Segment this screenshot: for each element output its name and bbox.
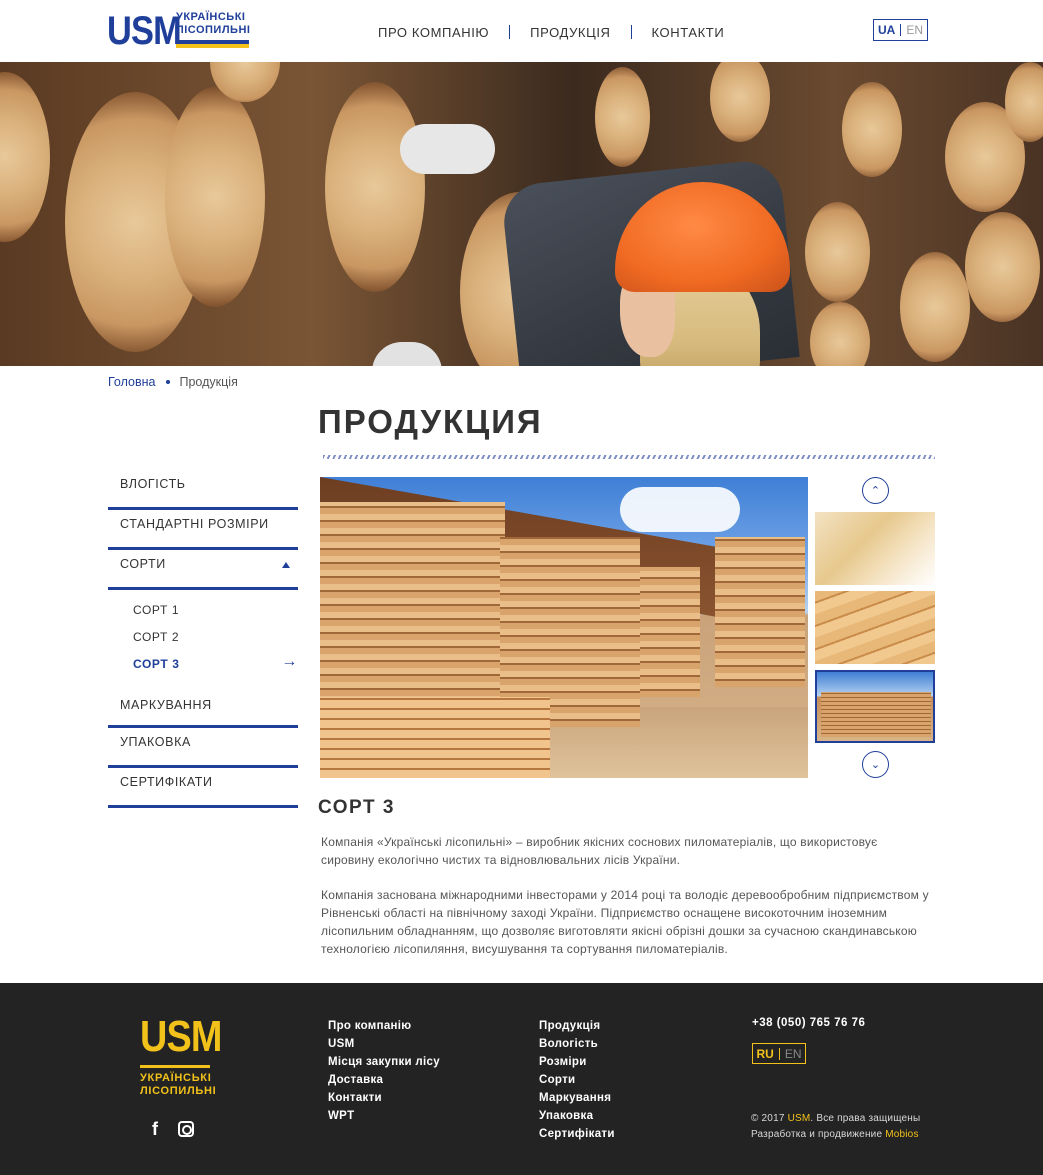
footer-link-about[interactable]: Про компанію [328, 1017, 440, 1035]
lang-ua[interactable]: UA [878, 23, 895, 37]
submenu-item-grade-1[interactable]: СОРТ 1 [108, 603, 298, 630]
carousel-down-button[interactable]: ⌄ [862, 751, 889, 778]
main-nav: ПРО КОМПАНІЮ ПРОДУКЦІЯ КОНТАКТИ [368, 22, 734, 42]
footer-link-purchase-places[interactable]: Місця закупки лісу [328, 1053, 440, 1071]
nav-contacts[interactable]: КОНТАКТИ [642, 25, 735, 40]
footer-logo-text: УКРАЇНСЬКІ ЛІСОПИЛЬНІ [140, 1072, 217, 1097]
footer-lang-ru[interactable]: RU [756, 1047, 773, 1061]
arrow-right-icon: → [281, 653, 298, 670]
description-paragraph-1: Компанія «Українські лісопильні» – вироб… [321, 835, 878, 867]
site-footer: USM УКРАЇНСЬКІ ЛІСОПИЛЬНІ f Про компанію… [0, 983, 1043, 1175]
footer-copyright: © 2017 USM. Все права защищены Разработк… [751, 1113, 921, 1140]
sidebar-item-certificates[interactable]: СЕРТИФІКАТИ [108, 768, 298, 808]
collapse-triangle-icon[interactable] [282, 562, 290, 568]
logo-text: УКРАЇНСЬКІ ЛІСОПИЛЬНІ [176, 11, 251, 36]
thumbnail-3-selected[interactable] [815, 670, 935, 743]
breadcrumb-home[interactable]: Головна [108, 375, 156, 389]
footer-link-wpt[interactable]: WPT [328, 1107, 440, 1125]
breadcrumb: Головна Продукція [108, 375, 238, 389]
breadcrumb-separator [165, 380, 170, 384]
sidebar-item-standard-sizes[interactable]: СТАНДАРТНІ РОЗМІРИ [108, 510, 298, 550]
footer-link-usm[interactable]: USM [328, 1035, 440, 1053]
footer-phone[interactable]: +38 (050) 765 76 76 [752, 1017, 865, 1029]
footer-links-company: Про компанію USM Місця закупки лісу Дост… [328, 1017, 440, 1125]
title-divider [323, 455, 935, 459]
footer-lang-en[interactable]: EN [785, 1047, 802, 1061]
language-switcher: UA EN [873, 19, 928, 41]
footer-logo[interactable]: USM УКРАЇНСЬКІ ЛІСОПИЛЬНІ [140, 1012, 222, 1098]
footer-link-delivery[interactable]: Доставка [328, 1071, 440, 1089]
footer-language-switcher: RU EN [752, 1043, 806, 1064]
sidebar-item-marking[interactable]: МАРКУВАННЯ [108, 698, 298, 728]
hero-banner-image [0, 62, 1043, 366]
section-title: СОРТ 3 [318, 797, 395, 818]
nav-products[interactable]: ПРОДУКЦІЯ [520, 25, 620, 40]
nav-separator [509, 25, 511, 39]
nav-separator [630, 25, 632, 39]
footer-link-marking[interactable]: Маркування [539, 1089, 615, 1107]
product-main-image [320, 477, 808, 778]
logo[interactable]: USM УКРАЇНСЬКІ ЛІСОПИЛЬНІ [107, 10, 252, 52]
page-title: ПРОДУКЦИЯ [318, 403, 543, 440]
breadcrumb-current: Продукція [179, 375, 238, 389]
logo-flag-stripe [176, 40, 249, 48]
submenu-item-grade-3[interactable]: СОРТ 3 → [108, 653, 298, 684]
sidebar-item-packaging[interactable]: УПАКОВКА [108, 728, 298, 768]
footer-link-sizes[interactable]: Розміри [539, 1053, 615, 1071]
description-paragraph-2: Компанія заснована міжнародними інвестор… [321, 888, 929, 956]
footer-link-certificates[interactable]: Сертифікати [539, 1125, 615, 1143]
social-links: f [152, 1120, 194, 1138]
grades-submenu: СОРТ 1 СОРТ 2 СОРТ 3 → [108, 590, 298, 698]
facebook-icon[interactable]: f [152, 1120, 162, 1138]
submenu-item-grade-2[interactable]: СОРТ 2 [108, 630, 298, 657]
footer-links-products: Продукція Вологість Розміри Сорти Маркув… [539, 1017, 615, 1143]
footer-link-grades[interactable]: Сорти [539, 1071, 615, 1089]
footer-logo-mark: USM [140, 1012, 222, 1061]
developer-link[interactable]: Mobios [885, 1129, 918, 1140]
footer-link-moisture[interactable]: Вологість [539, 1035, 615, 1053]
chevron-up-icon: ⌃ [870, 485, 881, 497]
carousel-up-button[interactable]: ⌃ [862, 477, 889, 504]
footer-link-contacts[interactable]: Контакти [328, 1089, 440, 1107]
chevron-down-icon: ⌄ [870, 759, 881, 771]
category-sidebar: ВЛОГІСТЬ СТАНДАРТНІ РОЗМІРИ СОРТИ СОРТ 1… [108, 470, 298, 808]
logo-mark: USM [107, 9, 182, 53]
thumbnail-2[interactable] [815, 591, 935, 664]
sidebar-item-grades[interactable]: СОРТИ [108, 550, 298, 590]
sidebar-item-moisture[interactable]: ВЛОГІСТЬ [108, 470, 298, 510]
copyright-brand-link[interactable]: USM [788, 1113, 811, 1124]
instagram-icon[interactable] [178, 1121, 194, 1137]
nav-about[interactable]: ПРО КОМПАНІЮ [368, 25, 499, 40]
lang-en[interactable]: EN [906, 23, 923, 37]
site-header: USM УКРАЇНСЬКІ ЛІСОПИЛЬНІ ПРО КОМПАНІЮ П… [0, 0, 1043, 62]
footer-link-products[interactable]: Продукція [539, 1017, 615, 1035]
thumbnail-1[interactable] [815, 512, 935, 585]
footer-link-packaging[interactable]: Упаковка [539, 1107, 615, 1125]
